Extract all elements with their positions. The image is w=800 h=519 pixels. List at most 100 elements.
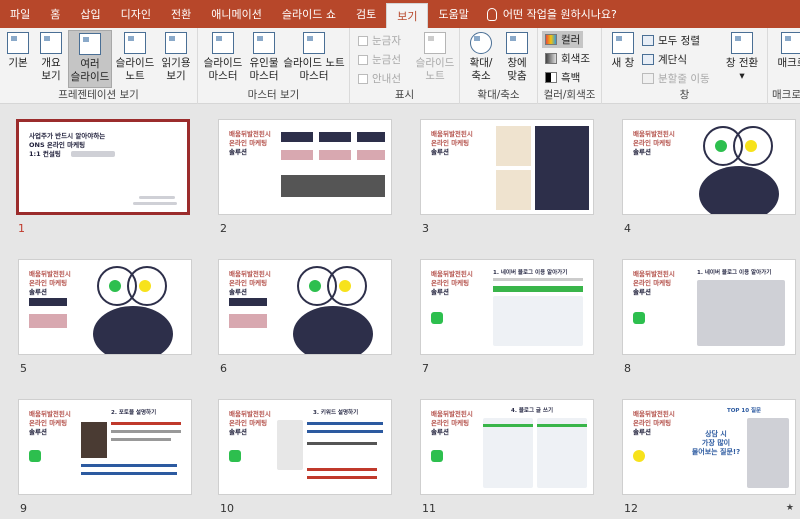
slide11-heading: 4. 블로그 글 쓰기 <box>511 408 554 414</box>
group-label-presentation-views: 프레젠테이션 보기 <box>58 89 139 101</box>
ribbon-tab-bar: 파일 홈 삽입 디자인 전환 애니메이션 슬라이드 쇼 검토 보기 도움말 어떤… <box>0 0 800 28</box>
slide-thumbnail-8[interactable]: 배움뒤발전된시 온라인 마케팅 솔루션 1. 네이버 블로그 이용 알아가기 <box>622 259 796 355</box>
slide-number-4: 4 <box>624 222 631 235</box>
notes-toggle-button[interactable]: 슬라이드 노트 <box>414 30 456 83</box>
black-white-swatch-icon <box>545 72 557 83</box>
group-master-views: 슬라이드 마스터 유인물 마스터 슬라이드 노트 마스터 마스터 보기 <box>198 28 350 104</box>
switch-windows-button[interactable]: 창 전환 ▾ <box>722 30 762 83</box>
macros-button[interactable]: 매크로 <box>772 30 800 70</box>
slide12-callout-1: 상담 시 <box>705 430 727 438</box>
slide12-heading: TOP 10 질문 <box>727 408 762 414</box>
grayscale-button[interactable]: 회색조 <box>545 51 590 66</box>
handout-master-icon <box>253 32 275 54</box>
normal-view-icon <box>7 32 29 54</box>
notes-page-icon <box>124 32 146 54</box>
slide-thumbnail-7[interactable]: 배움뒤발전된시 온라인 마케팅 솔루션 1. 네이버 블로그 이용 알아가기 <box>420 259 594 355</box>
outline-view-button[interactable]: 개요 보기 <box>36 30 66 83</box>
slide-thumbnail-10[interactable]: 배움뒤발전된시 온라인 마케팅 솔루션 3. 키워드 설명하기 <box>218 399 392 495</box>
fit-to-window-button[interactable]: 창에 맞춤 <box>500 30 534 83</box>
group-presentation-views: 기본 개요 보기 여러 슬라이드 슬라이드 노트 읽기용 보기 프레젠테이션 보… <box>0 28 198 104</box>
slide-thumbnail-3[interactable]: 배움뒤발전된시 온라인 마케팅 솔루션 <box>420 119 594 215</box>
blurred-name <box>71 151 115 157</box>
move-split-button[interactable]: 분할줄 이동 <box>642 71 710 86</box>
notes-master-button[interactable]: 슬라이드 노트 마스터 <box>282 30 346 83</box>
slide-number-1: 1 <box>18 222 25 235</box>
group-label-macros: 매크로 <box>772 89 800 101</box>
new-window-icon <box>612 32 634 54</box>
color-swatch-icon <box>545 34 557 45</box>
tab-help[interactable]: 도움말 <box>428 0 478 28</box>
slide-number-11: 11 <box>422 502 436 515</box>
slide-thumbnail-4[interactable]: 배움뒤발전된시 온라인 마케팅 솔루션 <box>622 119 796 215</box>
group-window: 새 창 모두 정렬 계단식 분할줄 이동 창 전환 ▾ 창 <box>602 28 768 104</box>
tab-insert[interactable]: 삽입 <box>70 0 110 28</box>
slide12-callout-3: 물어보는 질문!? <box>691 448 741 456</box>
slide-number-7: 7 <box>422 362 429 375</box>
handout-master-button[interactable]: 유인물 마스터 <box>246 30 282 83</box>
zoom-button[interactable]: 확대/ 축소 <box>464 30 498 83</box>
tab-transitions[interactable]: 전환 <box>161 0 201 28</box>
normal-view-button[interactable]: 기본 <box>4 30 32 70</box>
slide-thumbnail-6[interactable]: 배움뒤발전된시 온라인 마케팅 솔루션 <box>218 259 392 355</box>
slide-number-12: 12 <box>624 502 638 515</box>
tab-file[interactable]: 파일 <box>0 0 40 28</box>
tell-me-search[interactable]: 어떤 작업을 원하시나요? <box>479 0 617 28</box>
reading-view-button[interactable]: 읽기용 보기 <box>157 30 195 83</box>
cascade-button[interactable]: 계단식 <box>642 52 687 67</box>
slide1-title-line1: 사업주가 반드시 알아야하는 <box>29 132 106 140</box>
slide-sorter-pane: 사업주가 반드시 알아야하는 ONS 온라인 마케팅 1:1 컨설팅 1 배움뒤… <box>0 105 800 519</box>
tab-review[interactable]: 검토 <box>346 0 386 28</box>
tell-me-text: 어떤 작업을 원하시나요? <box>502 8 617 21</box>
slide1-title-line2: ONS 온라인 마케팅 <box>29 141 86 149</box>
slide-number-2: 2 <box>220 222 227 235</box>
slide-thumbnail-5[interactable]: 배움뒤발전된시 온라인 마케팅 솔루션 <box>18 259 192 355</box>
group-label-show: 표시 <box>394 89 415 101</box>
ruler-checkbox[interactable]: 눈금자 <box>358 33 401 48</box>
black-white-button[interactable]: 흑백 <box>545 70 580 85</box>
slide-master-button[interactable]: 슬라이드 마스터 <box>202 30 244 83</box>
notes-master-icon <box>303 32 325 54</box>
cascade-icon <box>642 54 654 65</box>
ribbon-body: 기본 개요 보기 여러 슬라이드 슬라이드 노트 읽기용 보기 프레젠테이션 보… <box>0 28 800 104</box>
group-color-grayscale: 컬러 회색조 흑백 컬러/회색조 <box>538 28 602 104</box>
slide-thumbnail-2[interactable]: 배움뒤발전된시 온라인 마케팅 솔루션 <box>218 119 392 215</box>
lightbulb-icon <box>486 7 497 21</box>
slide-number-5: 5 <box>20 362 27 375</box>
move-split-icon <box>642 73 654 84</box>
group-macros: 매크로 매크로 <box>768 28 800 104</box>
line-app-icon <box>715 140 727 152</box>
slide9-heading: 2. 포토블 설명하기 <box>111 410 157 416</box>
fit-window-icon <box>506 32 528 54</box>
macros-icon <box>781 32 800 54</box>
slide-thumbnail-11[interactable]: 배움뒤발전된시 온라인 마케팅 솔루션 4. 블로그 글 쓰기 <box>420 399 594 495</box>
group-zoom: 확대/ 축소 창에 맞춤 확대/축소 <box>460 28 538 104</box>
color-button[interactable]: 컬러 <box>542 31 584 48</box>
slide-number-6: 6 <box>220 362 227 375</box>
slide-sorter-button[interactable]: 여러 슬라이드 <box>68 30 112 88</box>
new-window-button[interactable]: 새 창 <box>608 30 638 70</box>
slide-sorter-icon <box>79 33 101 55</box>
tab-design[interactable]: 디자인 <box>111 0 161 28</box>
notes-page-button[interactable]: 슬라이드 노트 <box>114 30 156 83</box>
slide8-heading: 1. 네이버 블로그 이용 알아가기 <box>697 270 772 276</box>
tab-view[interactable]: 보기 <box>386 3 429 28</box>
slide-number-10: 10 <box>220 502 234 515</box>
slide12-callout-2: 가장 많이 <box>701 439 731 447</box>
slide-number-3: 3 <box>422 222 429 235</box>
tab-animations[interactable]: 애니메이션 <box>201 0 272 28</box>
resize-grip-icon[interactable]: ★ <box>786 503 794 513</box>
group-label-master-views: 마스터 보기 <box>247 89 300 101</box>
slide-thumbnail-1[interactable]: 사업주가 반드시 알아야하는 ONS 온라인 마케팅 1:1 컨설팅 <box>16 119 190 215</box>
group-label-color: 컬러/회색조 <box>543 89 596 101</box>
slide-thumbnail-12[interactable]: 배움뒤발전된시 온라인 마케팅 솔루션 TOP 10 질문 상담 시 가장 많이 물… <box>622 399 796 495</box>
arrange-all-button[interactable]: 모두 정렬 <box>642 33 700 48</box>
slide-number-9: 9 <box>20 502 27 515</box>
kakao-channel-icon <box>745 140 757 152</box>
tab-home[interactable]: 홈 <box>40 0 70 28</box>
switch-windows-icon <box>731 32 753 54</box>
guides-checkbox[interactable]: 안내선 <box>358 71 401 86</box>
gridlines-checkbox[interactable]: 눈금선 <box>358 52 401 67</box>
group-label-zoom: 확대/축소 <box>477 89 520 101</box>
slide-thumbnail-9[interactable]: 배움뒤발전된시 온라인 마케팅 솔루션 2. 포토블 설명하기 <box>18 399 192 495</box>
tab-slideshow[interactable]: 슬라이드 쇼 <box>272 0 346 28</box>
